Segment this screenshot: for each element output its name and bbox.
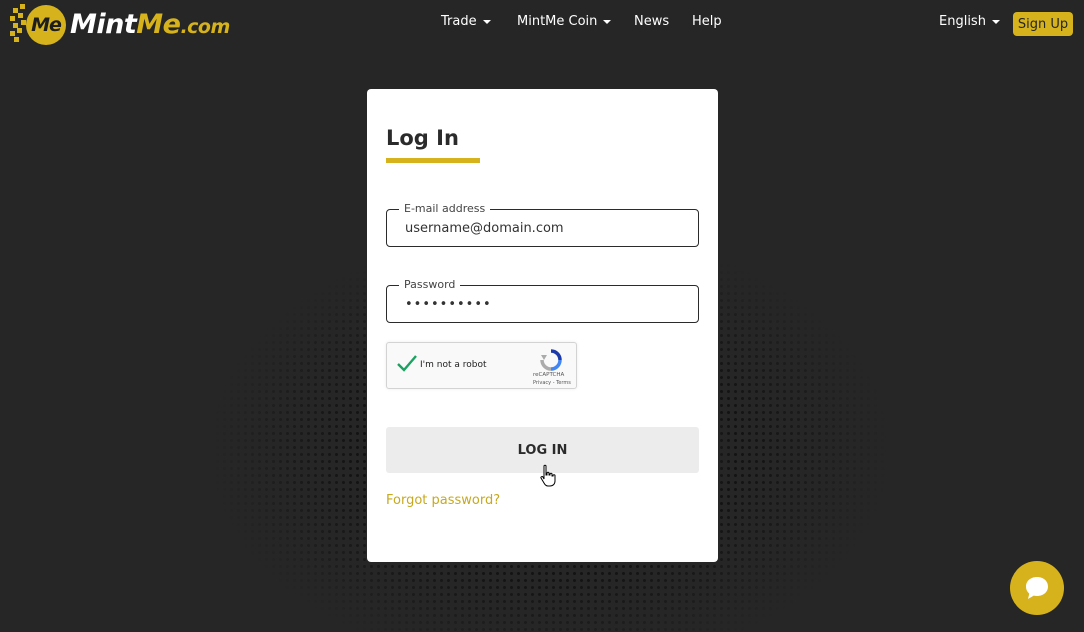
checkmark-icon[interactable] xyxy=(396,353,418,375)
chevron-down-icon xyxy=(482,19,491,24)
email-field[interactable]: E-mail address xyxy=(386,201,699,247)
logo-circle: Me xyxy=(26,5,66,45)
hand-pointer-icon xyxy=(540,464,556,487)
recaptcha-logo-icon xyxy=(540,349,562,371)
nav-item-news[interactable]: News xyxy=(634,14,669,29)
forgot-password-link[interactable]: Forgot password? xyxy=(386,493,500,508)
mintme-logo[interactable]: Me MintMe.com xyxy=(10,2,230,46)
recaptcha-label: I'm not a robot xyxy=(420,360,487,370)
language-selector[interactable]: English xyxy=(939,14,1000,29)
chat-bubble-icon xyxy=(1026,577,1048,599)
password-field[interactable]: Password xyxy=(386,277,699,323)
chat-button[interactable] xyxy=(1010,561,1064,615)
password-input[interactable] xyxy=(387,286,698,322)
email-input[interactable] xyxy=(387,210,698,246)
chevron-down-icon xyxy=(603,19,612,24)
logo-mark-icon: Me xyxy=(10,2,68,46)
nav-item-help[interactable]: Help xyxy=(692,14,722,29)
recaptcha-terms-link[interactable]: Privacy - Terms xyxy=(533,380,571,386)
title-underline xyxy=(386,158,480,163)
nav-item-trade[interactable]: Trade xyxy=(441,14,491,29)
logo-wordmark: MintMe.com xyxy=(70,8,230,40)
site-header: Me MintMe.com Trade MintMe Coin News Hel… xyxy=(0,0,1084,48)
login-card: Log In E-mail address Password I'm not a… xyxy=(367,89,718,562)
chevron-down-icon xyxy=(991,19,1000,24)
recaptcha-brand: reCAPTCHA xyxy=(533,372,565,378)
signup-button[interactable]: Sign Up xyxy=(1013,12,1073,36)
page-title: Log In xyxy=(386,126,459,150)
nav-item-mintme-coin[interactable]: MintMe Coin xyxy=(517,14,612,29)
recaptcha-widget[interactable]: I'm not a robot reCAPTCHA Privacy - Term… xyxy=(386,342,577,389)
